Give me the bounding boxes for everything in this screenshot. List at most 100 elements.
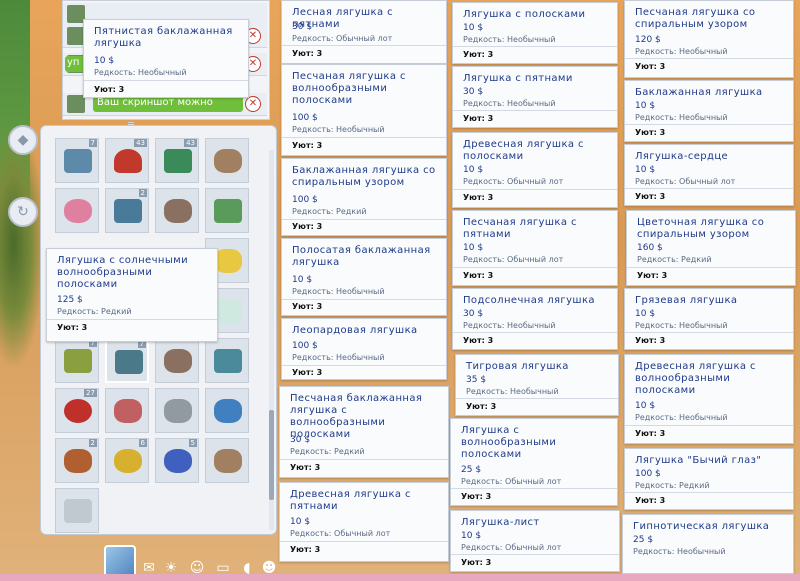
item-card: Песчаная баклажанная лягушка с волнообра…: [279, 386, 449, 478]
diamond-tab-icon[interactable]: ◆: [8, 125, 38, 155]
palm-tree: [0, 120, 45, 370]
item-card: Песчаная лягушка с пятнами 10 $ Редкость…: [452, 210, 618, 286]
divider: [282, 45, 446, 46]
plant-item: [64, 349, 92, 373]
scrollbar-thumb[interactable]: [269, 410, 274, 500]
inventory-slot[interactable]: [205, 188, 249, 233]
item-count: 43: [134, 139, 147, 147]
item-card: Древесная лягушка с волнообразными полос…: [624, 354, 794, 444]
divider: [453, 46, 617, 47]
item-comfort: Уют: 3: [461, 558, 492, 567]
divider: [453, 189, 617, 190]
inventory-slot[interactable]: 7: [55, 338, 99, 383]
item-price: 10 $: [635, 401, 656, 411]
item-price: 120 $: [635, 35, 661, 45]
rock-item: [214, 149, 242, 173]
inventory-slot[interactable]: [155, 188, 199, 233]
item-price: 30 $: [290, 435, 311, 445]
item-price: 100 $: [292, 341, 318, 351]
item-rarity: Редкость: Обычный лот: [463, 177, 564, 186]
close-icon[interactable]: ✕: [245, 96, 261, 112]
item-count: 2: [138, 189, 147, 197]
item-name: Песчаная лягушка с волнообразными полоск…: [292, 71, 406, 106]
item-card: Древесная лягушка с полосками 10 $ Редко…: [452, 132, 618, 208]
item-name: Лягушка "Бычий глаз": [635, 455, 762, 466]
sync-tab-icon[interactable]: ↻: [8, 197, 38, 227]
inventory-slot[interactable]: 43: [105, 138, 149, 183]
inventory-slot[interactable]: 7: [55, 138, 99, 183]
item-comfort: Уют: 3: [463, 336, 494, 345]
inventory-slot[interactable]: 6: [105, 438, 149, 483]
inventory-slot[interactable]: [105, 388, 149, 433]
item-price: 25 $: [461, 465, 482, 475]
item-price: 10 $: [463, 23, 484, 33]
inventory-slot[interactable]: [55, 188, 99, 233]
divider: [627, 267, 795, 268]
divider: [451, 554, 619, 555]
item-price: 10 $: [94, 56, 115, 66]
item-comfort: Уют: 3: [292, 222, 323, 231]
item-rarity: Редкость: Обычный лот: [292, 34, 393, 43]
frog-item: [214, 199, 242, 223]
inventory-slot[interactable]: [155, 388, 199, 433]
item-price: 10 $: [635, 309, 656, 319]
item-card: Полосатая баклажанная лягушка 10 $ Редко…: [281, 238, 447, 316]
inventory-slot[interactable]: 43: [155, 138, 199, 183]
item-count: 2: [88, 439, 97, 447]
item-card: Гипнотическая лягушка 25 $ Редкость: Нео…: [622, 514, 794, 574]
divider: [456, 398, 618, 399]
divider: [625, 492, 793, 493]
item-count: 7: [88, 139, 97, 147]
apple-item: [64, 399, 92, 423]
inventory-slot[interactable]: [205, 338, 249, 383]
item-card: Древесная лягушка с пятнами 10 $ Редкост…: [279, 482, 449, 562]
inventory-slot[interactable]: 27: [55, 388, 99, 433]
terrarium-item: [214, 349, 242, 373]
item-card: Лягушка с полосками 10 $ Редкость: Необы…: [452, 2, 618, 64]
item-price: 100 $: [635, 469, 661, 479]
divider: [625, 188, 793, 189]
item-comfort: Уют: 3: [635, 128, 666, 137]
item-name: Лягушка с волнообразными полосками: [461, 425, 557, 460]
inventory-slot[interactable]: [205, 388, 249, 433]
item-name: Тигровая лягушка: [466, 361, 569, 372]
item-name: Леопардовая лягушка: [292, 325, 418, 336]
item-name: Полосатая баклажанная лягушка: [292, 245, 431, 268]
item-card: Лягушка-лист 10 $ Редкость: Обычный лот …: [450, 510, 620, 572]
divider: [451, 488, 617, 489]
rock-item: [64, 449, 92, 473]
item-rarity: Редкость: Редкий: [290, 447, 365, 456]
inventory-slot-selected[interactable]: 7: [105, 338, 149, 383]
divider: [453, 267, 617, 268]
item-price: 30 $: [292, 22, 313, 32]
item-comfort: Уют: 3: [94, 85, 125, 94]
inventory-slot[interactable]: 5: [155, 438, 199, 483]
item-name: Древесная лягушка с полосками: [463, 139, 584, 162]
inventory-slot[interactable]: [205, 138, 249, 183]
item-rarity: Редкость: Редкий: [292, 207, 367, 216]
item-card: Баклажанная лягушка 10 $ Редкость: Необы…: [624, 80, 794, 142]
terrarium-item: [115, 350, 143, 374]
item-name: Лягушка-сердце: [635, 151, 729, 162]
item-card: Лягушка "Бычий глаз" 100 $ Редкость: Ред…: [624, 448, 794, 510]
item-rarity: Редкость: Необычный: [463, 321, 556, 330]
inventory-slot[interactable]: [155, 338, 199, 383]
item-tooltip: Пятнистая баклажанная лягушка 10 $ Редко…: [83, 19, 249, 98]
divider: [625, 58, 793, 59]
divider: [282, 137, 446, 138]
item-rarity: Редкость: Необычный: [292, 125, 385, 134]
inventory-slot[interactable]: 2: [105, 188, 149, 233]
item-card: Лягушка с волнообразными полосками 25 $ …: [450, 418, 618, 506]
item-price: 30 $: [463, 87, 484, 97]
inventory-slot[interactable]: [55, 488, 99, 533]
item-name: Грязевая лягушка: [635, 295, 738, 306]
rock-item: [114, 399, 142, 423]
item-name: Цветочная лягушка со спиральным узором: [637, 217, 765, 240]
item-name: Песчаная лягушка со спиральным узором: [635, 7, 756, 30]
inventory-slot[interactable]: [205, 438, 249, 483]
item-name: Баклажанная лягушка со спиральным узором: [292, 165, 436, 188]
item-count: 6: [138, 439, 147, 447]
item-rarity: Редкость: Необычный: [463, 35, 556, 44]
item-rarity: Редкость: Обычный лот: [461, 543, 562, 552]
inventory-slot[interactable]: 2: [55, 438, 99, 483]
